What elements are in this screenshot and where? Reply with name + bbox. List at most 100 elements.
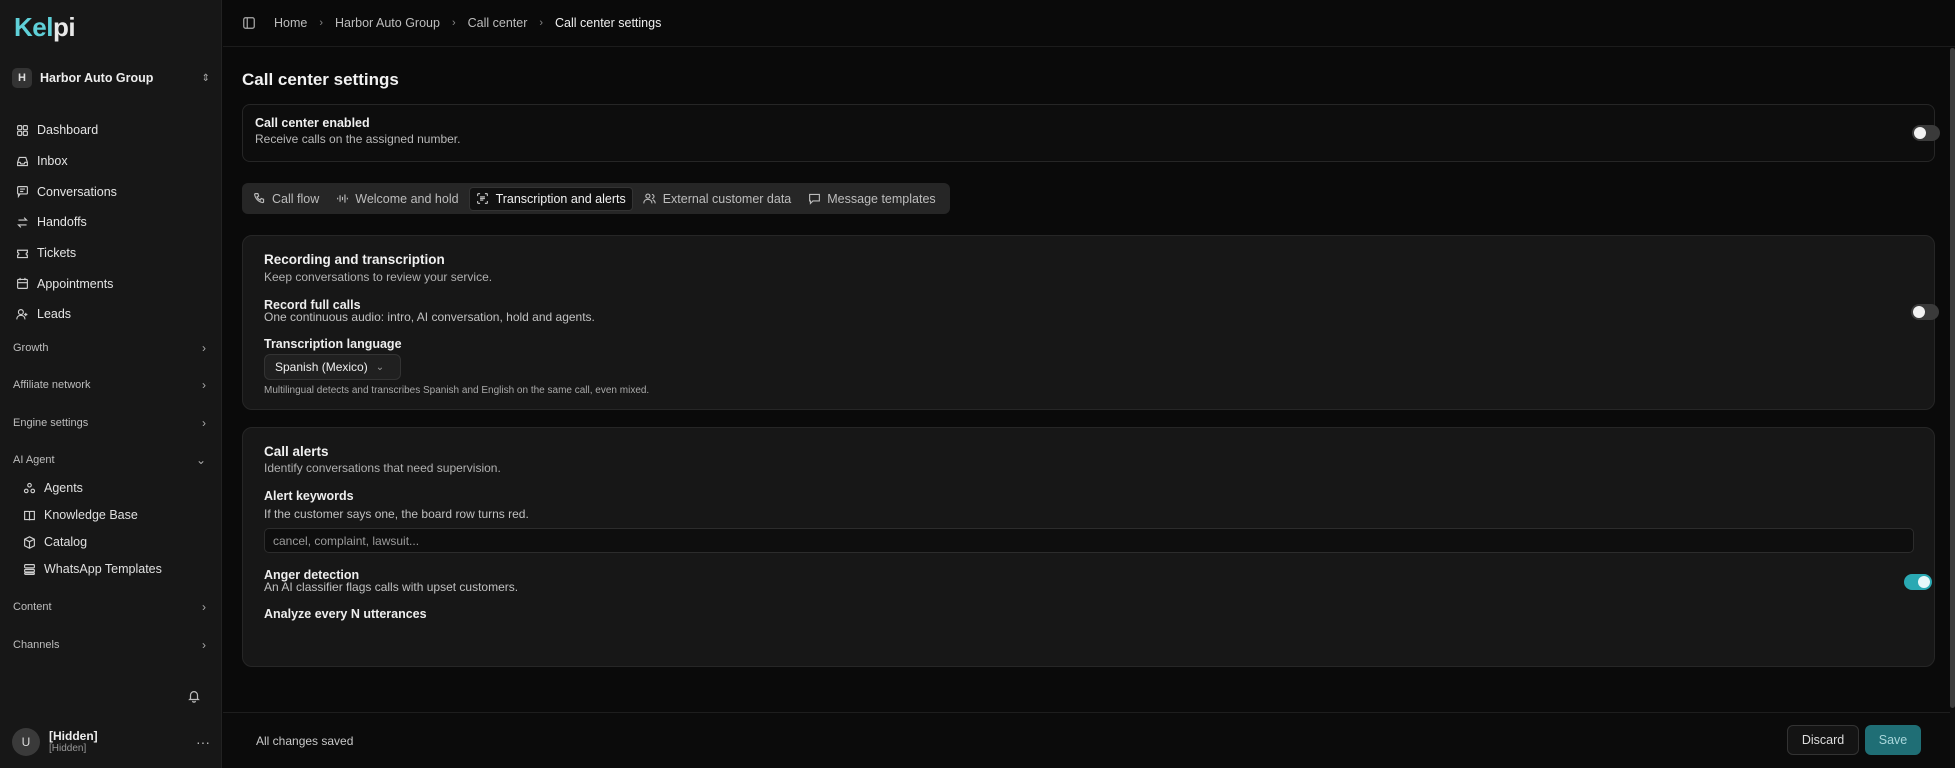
call-center-enabled-toggle[interactable] (1912, 125, 1940, 141)
sidebar-item-conversations[interactable]: Conversations (0, 176, 222, 207)
sidebar-item-label: Leads (37, 307, 72, 322)
call-alerts-title: Call alerts (264, 444, 329, 459)
chevron-right-icon: › (202, 416, 206, 430)
sidebar-item-inbox[interactable]: Inbox (0, 146, 222, 177)
tab-call-flow[interactable]: Call flow (246, 187, 325, 211)
call-center-enabled-card: Call center enabled Receive calls on the… (242, 104, 1940, 162)
discard-button[interactable]: Discard (1787, 725, 1859, 755)
anger-detection-desc: An AI classifier flags calls with upset … (264, 580, 519, 594)
template-icon (22, 562, 36, 576)
tab-message-templates[interactable]: Message templates (801, 187, 941, 211)
chevron-right-icon: › (202, 341, 206, 355)
chevron-down-icon: ⌄ (375, 361, 385, 373)
chevron-right-icon: › (202, 638, 206, 652)
sidebar-item-leads[interactable]: Leads (0, 299, 222, 330)
breadcrumb-call-center[interactable]: Call center (468, 16, 528, 30)
sidebar-item-agents[interactable]: Agents (0, 477, 222, 499)
alert-keywords-input[interactable] (264, 528, 1914, 553)
breadcrumb-home[interactable]: Home (274, 16, 307, 30)
chevrons-up-down-icon: ⇕ (201, 72, 210, 84)
sidebar-section-engine[interactable]: Engine settings › (0, 412, 222, 434)
tab-external-customer-data[interactable]: External customer data (637, 187, 798, 211)
agents-icon (22, 481, 36, 495)
chevron-right-icon: › (202, 600, 206, 614)
alert-keywords-label: Alert keywords (264, 489, 354, 503)
breadcrumb-org[interactable]: Harbor Auto Group (335, 16, 440, 30)
recording-desc: Keep conversations to review your servic… (264, 270, 493, 284)
sidebar-item-appointments[interactable]: Appointments (0, 268, 222, 299)
inbox-icon (15, 154, 29, 168)
chevron-right-icon: › (202, 378, 206, 392)
tab-transcription-and-alerts[interactable]: Transcription and alerts (468, 186, 633, 211)
users-icon (643, 192, 657, 206)
audio-wave-icon (335, 192, 349, 206)
transcription-language-note: Multilingual detects and transcribes Spa… (264, 385, 650, 396)
sidebar-item-label: Dashboard (37, 123, 99, 138)
top-bar: Home › Harbor Auto Group › Call center ›… (223, 0, 1955, 47)
dashboard-icon (15, 123, 29, 137)
save-bar: All changes saved Discard Save (223, 712, 1950, 768)
sidebar-item-dashboard[interactable]: Dashboard (0, 115, 222, 146)
user-menu[interactable]: U [Hidden] [Hidden] ··· (12, 727, 210, 757)
save-button[interactable]: Save (1865, 725, 1921, 755)
org-switcher[interactable]: H Harbor Auto Group ⇕ (12, 66, 210, 90)
sidebar-section-growth[interactable]: Growth › (0, 337, 222, 359)
org-name: Harbor Auto Group (40, 71, 154, 85)
sidebar-item-label: Tickets (37, 246, 77, 261)
main-scrollbar[interactable] (1950, 48, 1955, 768)
user-plus-icon (15, 307, 29, 321)
sidebar-item-knowledge-base[interactable]: Knowledge Base (0, 504, 222, 526)
org-avatar: H (12, 68, 32, 88)
user-email: [Hidden] (49, 743, 87, 755)
page-title: Call center settings (242, 70, 399, 89)
transcription-language-label: Transcription language (264, 337, 402, 351)
breadcrumb-current: Call center settings (555, 16, 662, 30)
record-full-calls-desc: One continuous audio: intro, AI conversa… (264, 310, 595, 324)
sidebar-item-handoffs[interactable]: Handoffs (0, 207, 222, 238)
scrollbar-thumb[interactable] (1950, 48, 1955, 708)
user-name: [Hidden] (49, 728, 98, 743)
sidebar-section-channels[interactable]: Channels › (0, 634, 222, 656)
chat-icon (15, 185, 29, 199)
record-full-calls-toggle[interactable] (1911, 304, 1939, 320)
chevron-right-icon: › (539, 17, 544, 29)
anger-detection-toggle[interactable] (1904, 574, 1932, 590)
sidebar-item-whatsapp-templates[interactable]: WhatsApp Templates (0, 558, 222, 580)
call-center-enabled-desc: Receive calls on the assigned number. (255, 132, 461, 146)
avatar: U (12, 728, 40, 756)
more-horizontal-icon[interactable]: ··· (196, 734, 210, 750)
sidebar-section-affiliate[interactable]: Affiliate network › (0, 374, 222, 396)
sidebar-item-label: Conversations (37, 184, 117, 199)
recording-title: Recording and transcription (264, 252, 445, 267)
recording-card: Recording and transcription Keep convers… (242, 235, 1939, 410)
ticket-icon (15, 246, 29, 260)
box-icon (22, 535, 36, 549)
bell-icon[interactable] (187, 689, 201, 703)
alert-keywords-desc: If the customer says one, the board row … (264, 507, 529, 521)
settings-tabs: Call flow Welcome and hold Transcription… (242, 183, 950, 214)
scan-text-icon (476, 192, 490, 206)
sidebar-nav: Dashboard Inbox Conversations Handoffs T… (0, 115, 222, 330)
call-center-enabled-title: Call center enabled (255, 116, 370, 130)
app-logo[interactable]: Kelpi (14, 12, 76, 43)
analyze-every-n-label: Analyze every N utterances (264, 607, 427, 621)
main-content: Call center settings Call center enabled… (223, 48, 1955, 768)
save-status: All changes saved (256, 734, 354, 748)
chevron-right-icon: › (319, 17, 324, 29)
sidebar-item-tickets[interactable]: Tickets (0, 238, 222, 269)
sidebar: Kelpi H Harbor Auto Group ⇕ Dashboard In… (0, 0, 222, 768)
transcription-language-select[interactable]: Spanish (Mexico) ⌄ (264, 354, 401, 380)
sidebar-item-label: Handoffs (37, 215, 87, 230)
sidebar-item-label: Inbox (37, 154, 68, 169)
sidebar-toggle-icon[interactable] (242, 16, 256, 30)
sidebar-section-content[interactable]: Content › (0, 596, 222, 618)
chevron-down-icon: ⌄ (195, 453, 206, 467)
sidebar-item-label: Appointments (37, 276, 114, 291)
tab-welcome-and-hold[interactable]: Welcome and hold (329, 187, 464, 211)
call-alerts-card: Call alerts Identify conversations that … (242, 427, 1935, 667)
calendar-icon (15, 277, 29, 291)
chevron-right-icon: › (451, 17, 456, 29)
swap-icon (15, 215, 29, 229)
sidebar-item-catalog[interactable]: Catalog (0, 531, 222, 553)
sidebar-section-ai-agent[interactable]: AI Agent ⌄ (0, 449, 222, 471)
